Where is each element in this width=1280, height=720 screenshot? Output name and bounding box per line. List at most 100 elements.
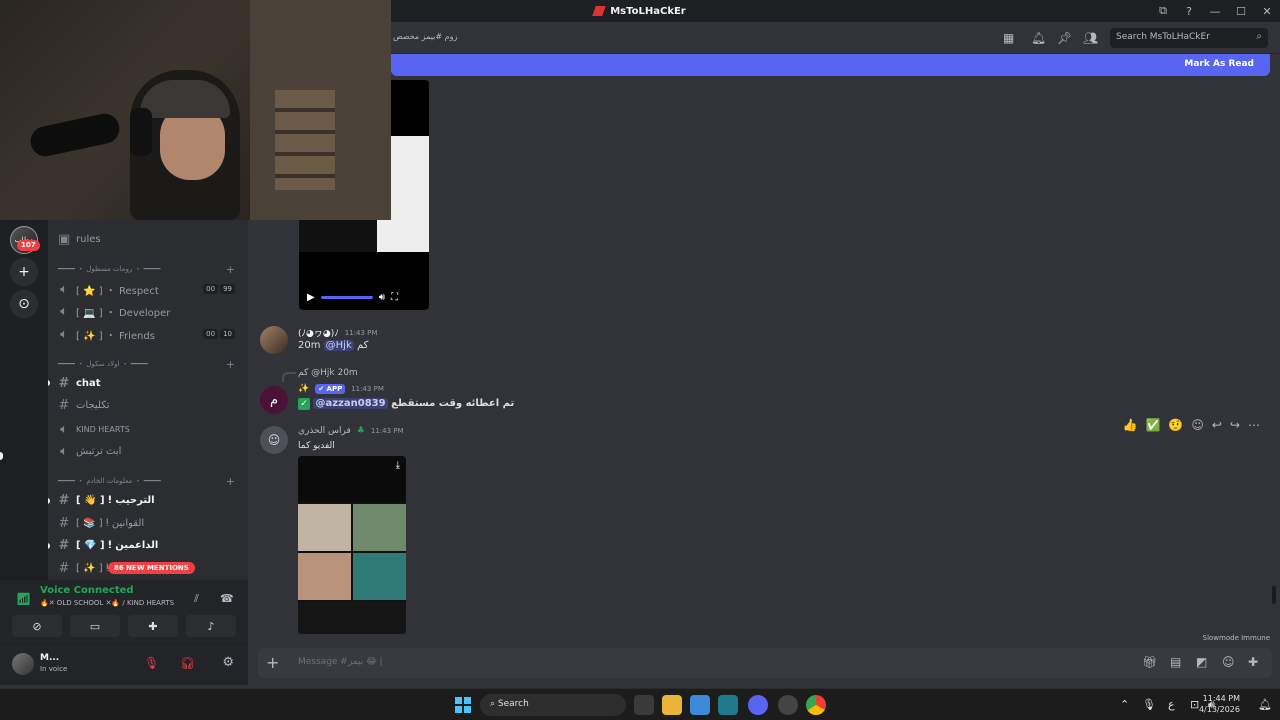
add-channel-icon[interactable]: + [226, 475, 235, 488]
text-channel-kind-hearts[interactable]: 🔈︎ KIND HEARTS [58, 420, 243, 438]
message-author[interactable]: ✨ [298, 384, 309, 394]
mark-as-read-button[interactable]: Mark As Read [1184, 59, 1254, 69]
activities-icon[interactable]: ✚ [128, 615, 178, 637]
help-icon[interactable]: ? [1176, 5, 1202, 18]
image-footer [298, 602, 406, 634]
voice-status-title[interactable]: Voice Connected [40, 585, 134, 596]
text-channel-rules[interactable]: # [ 📚 ] ⵑ القوانين [58, 514, 243, 532]
thinking-reaction[interactable]: 🤨 [1168, 418, 1183, 432]
taskbar-search[interactable]: ⌕ Search [480, 694, 626, 716]
window-controls: ⧉ ? — ☐ ✕ [1150, 0, 1280, 22]
deafened-icon[interactable]: 🎧︎ [180, 656, 195, 670]
apps-icon[interactable]: ✚ [1248, 655, 1258, 669]
windows-start-icon[interactable] [455, 697, 471, 713]
voice-channel-stream[interactable]: 🔈︎ ابث ترتبش [58, 442, 243, 460]
category-school[interactable]: ━━━━ ・ اولاد سكول ・ ━━━━ + [58, 357, 243, 371]
close-button[interactable]: ✕ [1254, 5, 1280, 18]
voice-channel-developer[interactable]: 🔈︎ [ 💻 ] ・ Developer [58, 302, 243, 320]
add-server-icon[interactable]: + [10, 258, 38, 286]
taskbar-search-label: Search [497, 699, 529, 709]
network-icon[interactable]: ⊡ [1190, 698, 1199, 711]
voice-channel-respect[interactable]: 🔈︎ [ ⭐ ] ・ Respect 00 99 [58, 280, 243, 298]
reply-preview[interactable]: كم @Hjk 20m [298, 368, 358, 378]
avatar[interactable]: م [260, 386, 288, 414]
mic-muted-icon[interactable]: 🎙︎ [144, 656, 159, 670]
new-mentions-pill[interactable]: 86 NEW MENTIONS [108, 562, 195, 574]
app-icon[interactable] [778, 695, 798, 715]
screen-share-icon[interactable]: ▭ [70, 615, 120, 637]
voice-channel-friends[interactable]: 🔈︎ [ ✨ ] ・ Friends 00 10 [58, 325, 243, 343]
forward-icon[interactable]: ↪ [1230, 418, 1240, 432]
text-channel-welcome[interactable]: # [ 👋 ] ⵑ الترحيب [58, 491, 243, 509]
sticker-icon[interactable]: ◩ [1196, 655, 1207, 669]
gear-icon[interactable]: ⚙ [222, 655, 234, 670]
thumbs-up-reaction[interactable]: 👍 [1123, 418, 1138, 432]
upload-icon[interactable]: + [266, 653, 279, 672]
voice-channel-path[interactable]: 🔥✕ OLD SCHOOL ✕🔥 / KIND HEARTS [40, 599, 174, 607]
add-channel-icon[interactable]: + [226, 358, 235, 371]
image-header [298, 456, 406, 502]
task-view-icon[interactable] [634, 695, 654, 715]
check-reaction[interactable]: ✅ [1145, 418, 1160, 432]
search-input[interactable]: Search MsToLHaCkEr ⌕ [1110, 28, 1268, 48]
avatar[interactable] [260, 326, 288, 354]
channel-label: [ ✨ ] ・ Friends [76, 330, 155, 342]
message-composer[interactable]: + Message #بيمز 😂 | 🎁︎ ▤ ◩ ☺ ✚ [258, 648, 1272, 678]
reply-icon[interactable]: ↩ [1212, 418, 1222, 432]
video-progress[interactable] [320, 295, 373, 299]
category-rooms[interactable]: ━━━━ ・ رومات مسطول ・ ━━━━ + [58, 262, 243, 276]
add-channel-icon[interactable]: + [226, 263, 235, 276]
threads-icon[interactable]: ▦ [1003, 31, 1014, 45]
notification-bell-icon[interactable]: 🔔︎ [1258, 698, 1272, 711]
more-icon[interactable]: ⋯ [1248, 418, 1260, 432]
discover-icon[interactable]: ⊙ [10, 290, 38, 318]
image-attachment[interactable]: ⤓ [298, 456, 406, 634]
webcam-cap [140, 80, 230, 118]
text-channel-chat[interactable]: # chat [58, 374, 243, 392]
file-explorer-icon[interactable] [662, 695, 682, 715]
user-mention[interactable]: @Hjk [323, 340, 354, 351]
download-icon[interactable]: ⤓ [396, 460, 400, 471]
text-channel-clips[interactable]: # تكليجات [58, 396, 243, 414]
disconnect-icon[interactable]: ☎ [220, 592, 234, 605]
language-indicator[interactable]: ع [1168, 698, 1175, 711]
message-author[interactable]: فراس الحذري [298, 426, 351, 436]
inbox-icon[interactable]: ⧉ [1150, 4, 1176, 18]
tray-overflow-icon[interactable]: ⌃ [1120, 698, 1129, 711]
webcam-microphone [27, 110, 123, 160]
discord-taskbar-icon[interactable] [748, 695, 768, 715]
user-mention[interactable]: @azzan0839 [313, 398, 388, 409]
channel-label: [ 👋 ] ⵑ الترحيب [76, 494, 155, 506]
soundboard-icon[interactable]: ♪ [186, 615, 236, 637]
volume-icon[interactable]: 🔊︎ [379, 292, 385, 303]
message-body: 20m @Hjk كم [298, 340, 368, 351]
gift-icon[interactable]: 🎁︎ [1142, 655, 1157, 669]
add-reaction-icon[interactable]: ☺ [1191, 418, 1204, 432]
fullscreen-icon[interactable]: ⛶ [391, 292, 398, 303]
store-icon[interactable] [690, 695, 710, 715]
hash-icon: # [58, 560, 70, 576]
chrome-icon[interactable] [806, 695, 826, 715]
minimize-button[interactable]: — [1202, 5, 1228, 18]
gif-icon[interactable]: ▤ [1170, 655, 1181, 669]
tray-mic-icon[interactable]: 🎙︎ [1142, 698, 1156, 711]
bell-icon[interactable]: 🔔︎ [1031, 31, 1046, 45]
play-icon[interactable]: ▶ [307, 292, 315, 303]
text-channel-boosters[interactable]: # [ 💎 ] ⵑ الداعمين [58, 536, 243, 554]
signal-icon: 📶︎ [16, 592, 32, 606]
camera-off-icon[interactable]: ⊘ [12, 615, 62, 637]
channel-rules[interactable]: ▣ rules [58, 230, 243, 248]
noise-suppression-icon[interactable]: ⫽ [194, 592, 199, 606]
new-messages-bar[interactable]: Mark As Read [391, 54, 1270, 76]
maximize-button[interactable]: ☐ [1228, 5, 1254, 18]
taskbar-clock[interactable]: 11:44 PM 4/13/2026 [1199, 693, 1240, 715]
discord-default-avatar-icon[interactable]: ☺ [260, 426, 288, 454]
avatar[interactable] [12, 653, 34, 675]
emoji-icon[interactable]: ☺ [1222, 655, 1235, 669]
scrollbar-thumb[interactable] [1272, 586, 1276, 604]
category-server-info[interactable]: ━━━━ ・ معلومات الخادم ・ ━━━━ + [58, 474, 243, 488]
members-icon[interactable]: 👥︎ [1083, 31, 1098, 45]
pin-icon[interactable]: 📌︎ [1057, 31, 1072, 45]
message-author[interactable]: (ﾉ◕ヮ◕)ﾉ [298, 326, 339, 339]
app-icon[interactable] [718, 695, 738, 715]
